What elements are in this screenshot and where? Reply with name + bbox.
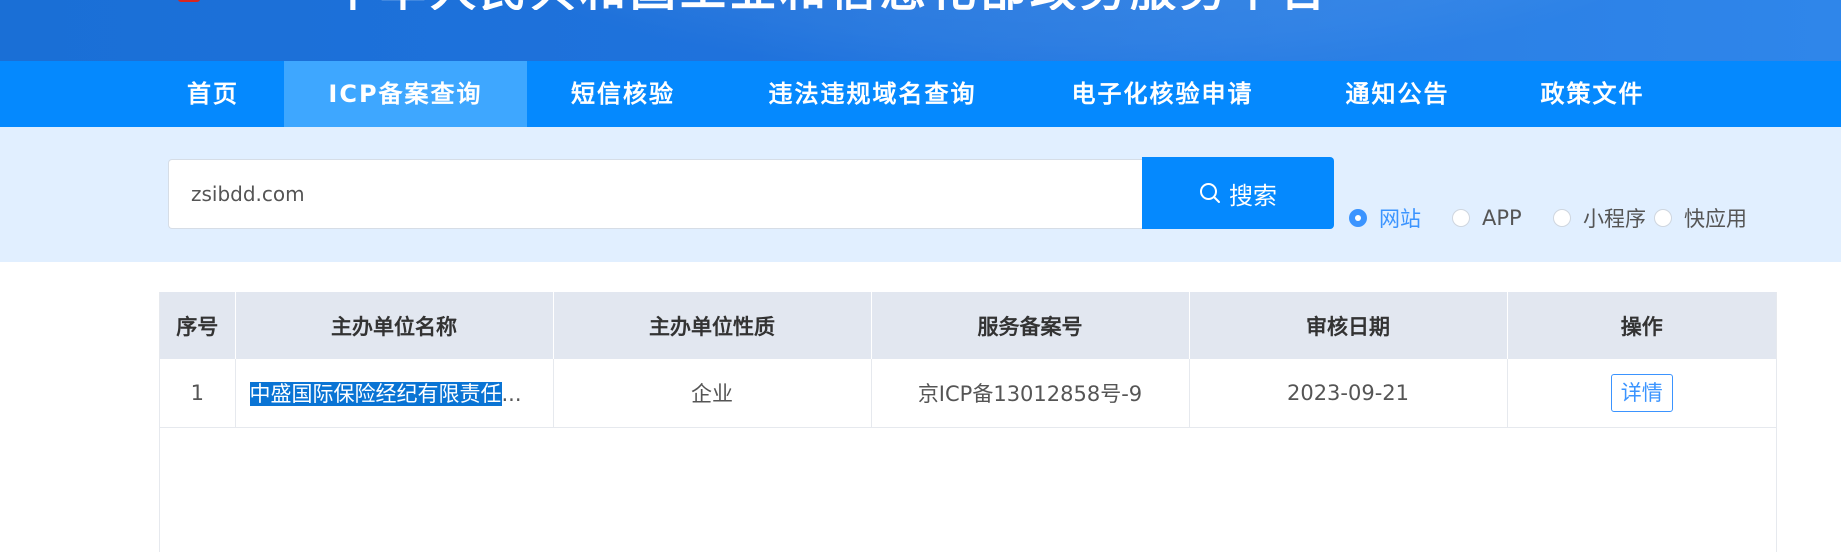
radio-label: 网站: [1379, 207, 1421, 231]
radio-unchecked-icon: [1553, 209, 1571, 227]
cell-review-date: 2023-09-21: [1189, 359, 1508, 428]
main-nav: 首页 ICP备案查询 短信核验 违法违规域名查询 电子化核验申请 通知公告 政策…: [0, 61, 1841, 127]
nav-item-policy[interactable]: 政策文件: [1525, 61, 1660, 127]
cell-record-number: 京ICP备13012858号-9: [871, 359, 1190, 428]
search-button-label: 搜索: [1229, 181, 1277, 210]
radio-website[interactable]: 网站: [1349, 203, 1421, 233]
search-icon: [1200, 183, 1220, 203]
banner-title: 中华人民共和国工业和信息化部政务服务平台: [330, 0, 1330, 10]
nav-item-illegal-domain[interactable]: 违法违规域名查询: [750, 61, 995, 127]
header-index: 序号: [160, 292, 236, 359]
radio-quick-app[interactable]: 快应用: [1654, 203, 1747, 233]
cell-organizer-nature: 企业: [553, 359, 872, 428]
nav-item-icp-query[interactable]: ICP备案查询: [284, 61, 527, 127]
radio-label: 快应用: [1684, 207, 1747, 231]
header-organizer-nature: 主办单位性质: [553, 292, 872, 359]
table-row: 1 中盛国际保险经纪有限责任... 企业 京ICP备13012858号-9 20…: [160, 359, 1776, 428]
radio-app[interactable]: APP: [1452, 203, 1522, 233]
radio-label: 小程序: [1583, 207, 1646, 231]
emblem-logo: [178, 0, 200, 2]
radio-unchecked-icon: [1452, 209, 1470, 227]
cell-organizer-name: 中盛国际保险经纪有限责任...: [235, 359, 554, 428]
detail-button[interactable]: 详情: [1610, 374, 1673, 412]
site-banner: 中华人民共和国工业和信息化部政务服务平台: [0, 0, 1841, 61]
table-header-row: 序号 主办单位名称 主办单位性质 服务备案号 审核日期 操作: [160, 292, 1776, 359]
results-table: 序号 主办单位名称 主办单位性质 服务备案号 审核日期 操作 1 中盛国际保险经…: [159, 292, 1777, 552]
header-action: 操作: [1507, 292, 1776, 359]
nav-item-electronic-verify[interactable]: 电子化核验申请: [1060, 61, 1265, 127]
nav-item-sms-verify[interactable]: 短信核验: [548, 61, 698, 127]
organizer-name-selected-text[interactable]: 中盛国际保险经纪有限责任: [249, 382, 502, 406]
header-organizer-name: 主办单位名称: [235, 292, 554, 359]
search-button[interactable]: 搜索: [1142, 157, 1334, 229]
radio-label: APP: [1482, 206, 1522, 230]
header-record-number: 服务备案号: [871, 292, 1190, 359]
radio-unchecked-icon: [1654, 209, 1672, 227]
radio-checked-icon: [1349, 209, 1367, 227]
nav-item-notices[interactable]: 通知公告: [1330, 61, 1465, 127]
radio-mini-program[interactable]: 小程序: [1553, 203, 1646, 233]
header-review-date: 审核日期: [1189, 292, 1508, 359]
name-ellipsis: ...: [501, 382, 522, 406]
cell-index: 1: [160, 359, 236, 428]
nav-item-home[interactable]: 首页: [159, 61, 267, 127]
cell-action: 详情: [1507, 359, 1776, 428]
search-input[interactable]: [168, 159, 1142, 229]
